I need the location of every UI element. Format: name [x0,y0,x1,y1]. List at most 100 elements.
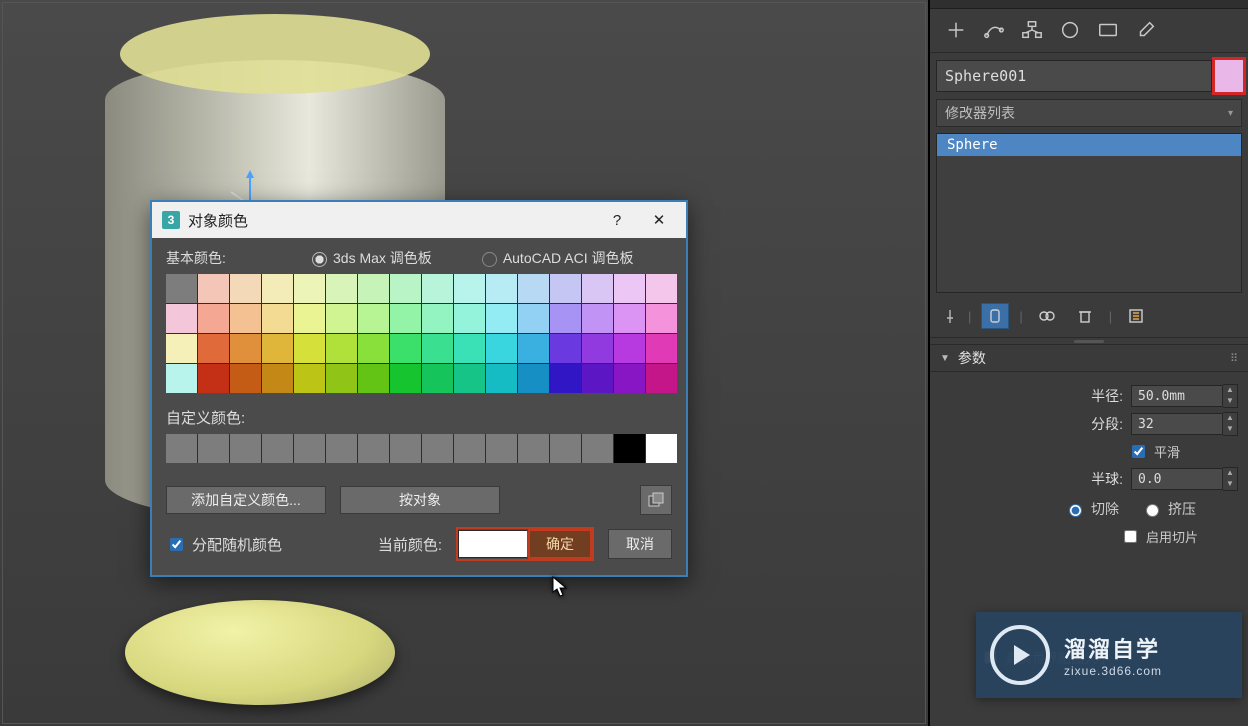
dialog-titlebar[interactable]: 3 对象颜色 ? ✕ [152,202,686,238]
assign-random-checkbox[interactable]: 分配随机颜色 [166,534,282,555]
palette-swatch[interactable] [518,364,549,393]
palette-swatch[interactable] [646,364,677,393]
custom-swatch[interactable] [422,434,453,463]
palette-swatch[interactable] [454,364,485,393]
palette-swatch[interactable] [326,304,357,333]
palette-swatch[interactable] [294,304,325,333]
palette-swatch[interactable] [166,334,197,363]
palette-swatch[interactable] [614,304,645,333]
modifier-list-dropdown[interactable]: 修改器列表 [936,99,1242,127]
palette-swatch[interactable] [326,274,357,303]
custom-swatch[interactable] [230,434,261,463]
rollout-menu-icon[interactable]: ⠿ [1230,352,1238,365]
palette-swatch[interactable] [166,274,197,303]
custom-swatch[interactable] [582,434,613,463]
palette-swatch[interactable] [582,274,613,303]
custom-swatch[interactable] [454,434,485,463]
spinner-up[interactable]: ▲ [1223,385,1237,396]
palette-swatch[interactable] [454,304,485,333]
palette-swatch[interactable] [614,364,645,393]
utilities-tab-icon[interactable] [1134,18,1158,42]
custom-swatch[interactable] [646,434,677,463]
palette-radio-autocad[interactable]: AutoCAD ACI 调色板 [482,248,634,268]
palette-swatch[interactable] [486,304,517,333]
palette-swatch[interactable] [198,274,229,303]
palette-swatch[interactable] [422,274,453,303]
custom-swatch[interactable] [294,434,325,463]
custom-swatch[interactable] [326,434,357,463]
palette-swatch[interactable] [358,304,389,333]
chop-radio[interactable]: 切除 [1064,499,1119,519]
palette-swatch[interactable] [646,274,677,303]
modify-tab-icon[interactable] [982,18,1006,42]
palette-swatch[interactable] [550,304,581,333]
close-button[interactable]: ✕ [642,206,676,234]
active-color-swatch-button[interactable] [640,485,672,515]
help-button[interactable]: ? [600,206,634,234]
current-color-swatch[interactable] [458,530,528,558]
spinner-down[interactable]: ▼ [1223,396,1237,407]
radius-spinner[interactable]: ▲▼ [1131,384,1238,408]
palette-swatch[interactable] [646,334,677,363]
palette-swatch[interactable] [358,364,389,393]
palette-swatch[interactable] [390,334,421,363]
palette-swatch[interactable] [486,274,517,303]
remove-modifier-button[interactable] [1071,303,1099,329]
palette-swatch[interactable] [582,364,613,393]
palette-swatch[interactable] [294,334,325,363]
palette-swatch[interactable] [614,334,645,363]
make-unique-button[interactable] [1033,303,1061,329]
cancel-button[interactable]: 取消 [608,529,672,559]
motion-tab-icon[interactable] [1058,18,1082,42]
custom-swatch[interactable] [358,434,389,463]
custom-swatch[interactable] [518,434,549,463]
palette-swatch[interactable] [294,274,325,303]
palette-swatch[interactable] [230,334,261,363]
create-tab-icon[interactable] [944,18,968,42]
custom-swatch[interactable] [262,434,293,463]
palette-swatch[interactable] [262,334,293,363]
pin-stack-icon[interactable] [942,308,958,324]
palette-swatch[interactable] [294,364,325,393]
by-object-button[interactable]: 按对象 [340,486,500,514]
display-tab-icon[interactable] [1096,18,1120,42]
palette-swatch[interactable] [230,274,261,303]
show-end-result-button[interactable] [981,303,1009,329]
palette-swatch[interactable] [582,304,613,333]
palette-swatch[interactable] [358,274,389,303]
palette-swatch[interactable] [390,274,421,303]
palette-swatch[interactable] [390,304,421,333]
configure-sets-button[interactable] [1122,303,1150,329]
palette-swatch[interactable] [358,334,389,363]
custom-swatch[interactable] [614,434,645,463]
custom-color-palette[interactable] [166,434,677,463]
stack-item-sphere[interactable]: Sphere [937,134,1241,156]
palette-swatch[interactable] [550,334,581,363]
palette-swatch[interactable] [166,364,197,393]
slice-on-checkbox[interactable] [1124,530,1137,543]
ok-button[interactable]: 确定 [528,529,592,559]
palette-swatch[interactable] [454,334,485,363]
squash-radio[interactable]: 挤压 [1141,499,1196,519]
palette-swatch[interactable] [550,364,581,393]
palette-swatch[interactable] [582,334,613,363]
palette-swatch[interactable] [518,274,549,303]
palette-swatch[interactable] [614,274,645,303]
custom-swatch[interactable] [390,434,421,463]
add-custom-color-button[interactable]: 添加自定义颜色... [166,486,326,514]
custom-swatch[interactable] [166,434,197,463]
palette-swatch[interactable] [198,334,229,363]
palette-swatch[interactable] [262,274,293,303]
palette-swatch[interactable] [486,334,517,363]
object-name-input[interactable] [936,60,1212,92]
palette-swatch[interactable] [198,364,229,393]
palette-swatch[interactable] [262,304,293,333]
palette-swatch[interactable] [422,304,453,333]
smooth-checkbox[interactable] [1132,445,1145,458]
palette-swatch[interactable] [646,304,677,333]
palette-swatch[interactable] [230,364,261,393]
palette-swatch[interactable] [230,304,261,333]
palette-swatch[interactable] [518,304,549,333]
parameters-rollout-header[interactable]: ▼ 参数 ⠿ [930,344,1248,372]
palette-swatch[interactable] [518,334,549,363]
